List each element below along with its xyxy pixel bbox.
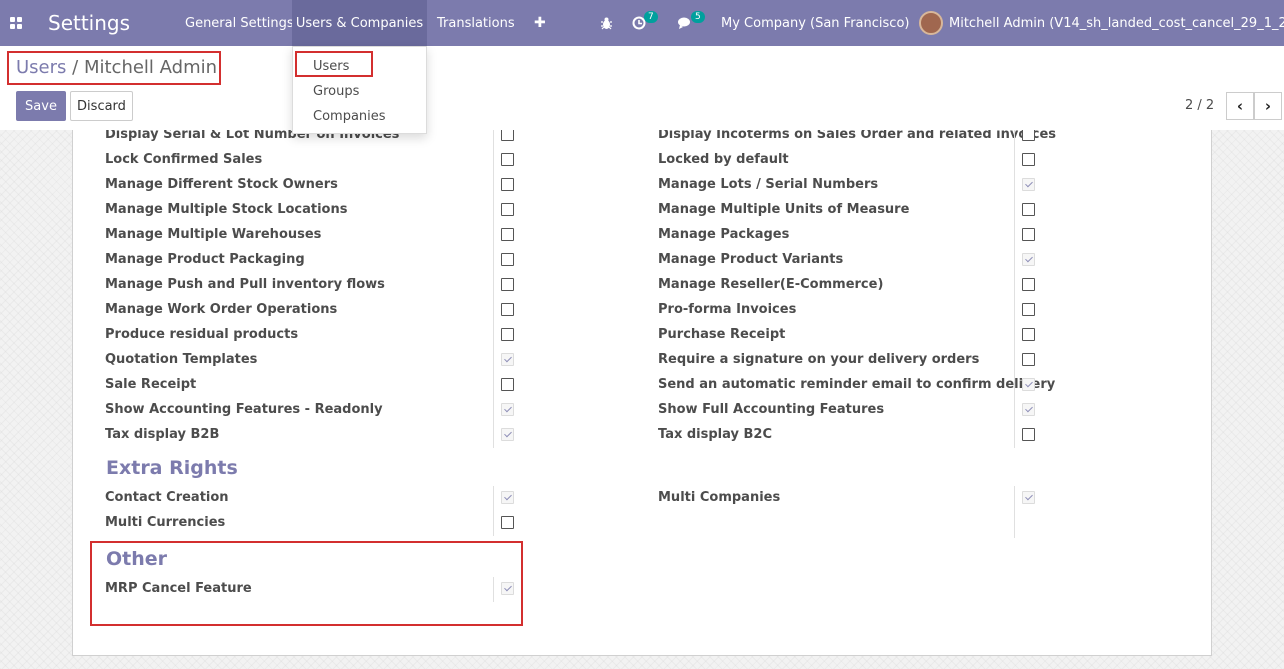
right-checkbox[interactable]: [501, 153, 514, 166]
save-button[interactable]: Save: [16, 91, 66, 121]
pager-previous-button[interactable]: ‹: [1226, 92, 1254, 120]
column-separator: [493, 486, 494, 536]
right-checkbox[interactable]: [1022, 378, 1035, 391]
right-label: Tax display B2C: [658, 427, 773, 442]
annotation-box-other-section: [90, 541, 523, 626]
right-checkbox[interactable]: [501, 378, 514, 391]
section-title-extra-rights: Extra Rights: [106, 457, 238, 479]
right-checkbox[interactable]: [501, 278, 514, 291]
right-checkbox[interactable]: [1022, 403, 1035, 416]
discard-button[interactable]: Discard: [70, 91, 133, 121]
company-switcher[interactable]: My Company (San Francisco): [721, 0, 909, 46]
right-label: Lock Confirmed Sales: [105, 152, 263, 167]
right-checkbox[interactable]: [501, 130, 514, 141]
main-navbar: Settings General Settings Users & Compan…: [0, 0, 1284, 46]
right-checkbox[interactable]: [501, 303, 514, 316]
pager-next-button[interactable]: ›: [1254, 92, 1282, 120]
right-checkbox[interactable]: [501, 328, 514, 341]
right-label: Manage Product Variants: [658, 252, 844, 267]
right-checkbox[interactable]: [1022, 130, 1035, 141]
right-checkbox[interactable]: [1022, 428, 1035, 441]
right-label: Pro-forma Invoices: [658, 302, 797, 317]
dropdown-item-companies[interactable]: Companies: [313, 109, 386, 124]
bug-icon[interactable]: [600, 0, 613, 46]
right-checkbox[interactable]: [1022, 303, 1035, 316]
right-checkbox[interactable]: [501, 491, 514, 504]
messages-icon[interactable]: 5: [678, 0, 705, 46]
app-title: Settings: [48, 11, 131, 35]
right-label: Multi Companies: [658, 490, 781, 505]
right-label: Purchase Receipt: [658, 327, 786, 342]
plus-icon[interactable]: ✚: [534, 0, 546, 46]
right-label: Show Accounting Features - Readonly: [105, 402, 383, 417]
right-checkbox[interactable]: [501, 228, 514, 241]
column-separator: [1014, 486, 1015, 538]
right-label: Produce residual products: [105, 327, 299, 342]
pager-value[interactable]: 2 / 2: [1185, 98, 1214, 113]
right-checkbox[interactable]: [1022, 353, 1035, 366]
right-label: Manage Lots / Serial Numbers: [658, 177, 879, 192]
column-separator: [1014, 130, 1015, 448]
right-checkbox[interactable]: [501, 253, 514, 266]
right-checkbox[interactable]: [1022, 278, 1035, 291]
right-label: Quotation Templates: [105, 352, 258, 367]
right-checkbox[interactable]: [1022, 491, 1035, 504]
chevron-right-icon: ›: [1264, 97, 1272, 115]
right-label: Locked by default: [658, 152, 789, 167]
right-checkbox[interactable]: [1022, 203, 1035, 216]
avatar: [919, 11, 943, 35]
column-separator: [493, 130, 494, 448]
right-checkbox[interactable]: [1022, 328, 1035, 341]
menu-users-companies[interactable]: Users & Companies: [292, 0, 427, 46]
right-checkbox[interactable]: [501, 353, 514, 366]
right-label: Require a signature on your delivery ord…: [658, 352, 980, 367]
right-label: Contact Creation: [105, 490, 229, 505]
right-label: Manage Work Order Operations: [105, 302, 338, 317]
right-label: Manage Different Stock Owners: [105, 177, 338, 192]
menu-general-settings[interactable]: General Settings: [175, 0, 304, 46]
right-label: Manage Product Packaging: [105, 252, 305, 267]
user-name: Mitchell Admin (V14_sh_landed_cost_cance…: [949, 15, 1284, 31]
activity-icon[interactable]: 7: [632, 0, 658, 46]
right-label: Display Incoterms on Sales Order and rel…: [658, 130, 1057, 142]
right-label: Manage Push and Pull inventory flows: [105, 277, 385, 292]
menu-translations[interactable]: Translations: [427, 0, 525, 46]
right-checkbox[interactable]: [1022, 253, 1035, 266]
right-label: Multi Currencies: [105, 515, 226, 530]
right-label: Show Full Accounting Features: [658, 402, 885, 417]
right-label: Sale Receipt: [105, 377, 197, 392]
annotation-box-users-item: [295, 51, 373, 77]
right-label: Send an automatic reminder email to conf…: [658, 377, 1056, 392]
right-checkbox[interactable]: [501, 516, 514, 529]
annotation-box-breadcrumb: [7, 51, 221, 85]
right-checkbox[interactable]: [501, 428, 514, 441]
user-menu[interactable]: Mitchell Admin (V14_sh_landed_cost_cance…: [919, 0, 1284, 46]
chevron-left-icon: ‹: [1236, 97, 1244, 115]
right-label: Manage Multiple Units of Measure: [658, 202, 910, 217]
right-checkbox[interactable]: [1022, 178, 1035, 191]
right-checkbox[interactable]: [1022, 153, 1035, 166]
dropdown-item-groups[interactable]: Groups: [313, 84, 359, 99]
right-label: Manage Multiple Warehouses: [105, 227, 322, 242]
right-checkbox[interactable]: [501, 403, 514, 416]
activity-badge: 7: [644, 11, 658, 23]
right-label: Tax display B2B: [105, 427, 220, 442]
right-label: Manage Multiple Stock Locations: [105, 202, 348, 217]
right-checkbox[interactable]: [1022, 228, 1035, 241]
messages-badge: 5: [691, 11, 705, 23]
right-checkbox[interactable]: [501, 178, 514, 191]
right-label: Manage Reseller(E-Commerce): [658, 277, 884, 292]
right-checkbox[interactable]: [501, 203, 514, 216]
right-label: Manage Packages: [658, 227, 790, 242]
apps-menu-icon[interactable]: [10, 0, 24, 46]
